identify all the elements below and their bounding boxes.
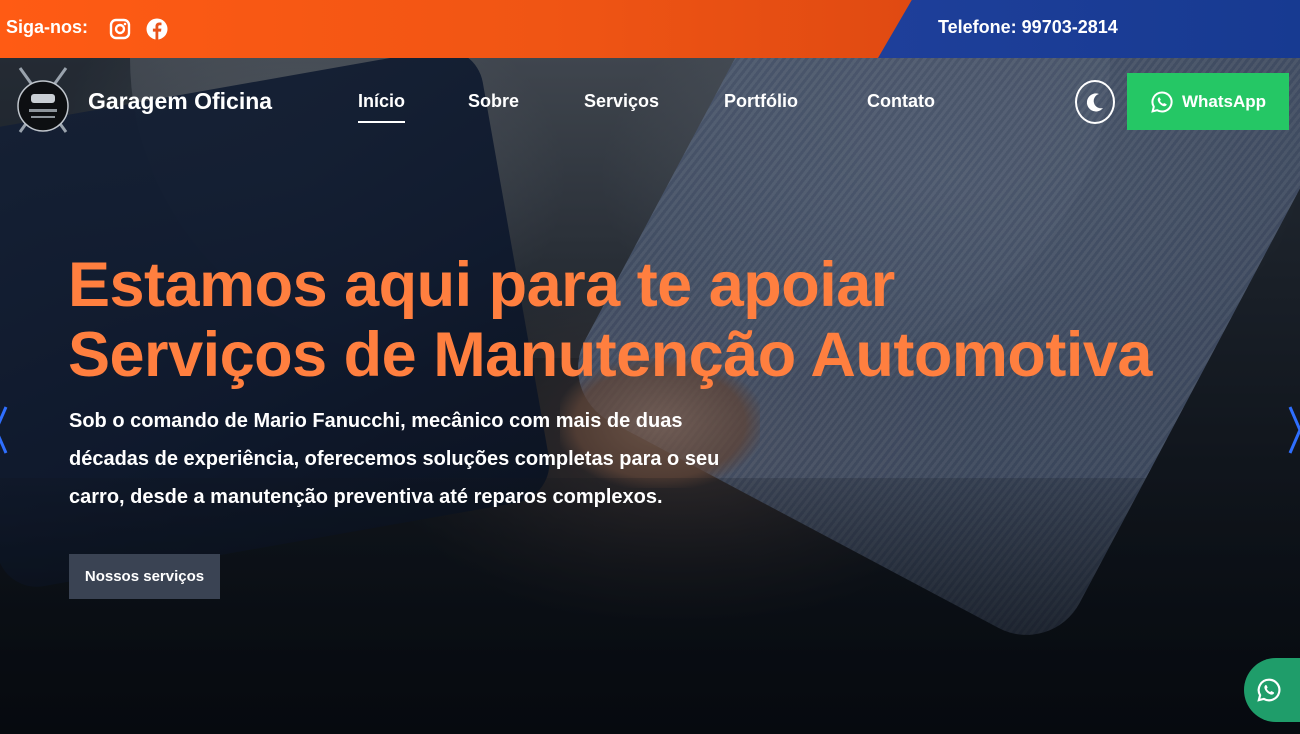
our-services-button[interactable]: Nossos serviços [69, 554, 220, 599]
hero-overlay [0, 58, 1300, 734]
headline-line-2: Serviços de Manutenção Automotiva [68, 320, 1152, 390]
nav-servicos[interactable]: Serviços [584, 91, 659, 112]
whatsapp-icon [1257, 678, 1281, 702]
moon-icon [1086, 93, 1103, 112]
hero-description: Sob o comando de Mario Fanucchi, mecânic… [69, 410, 720, 508]
floating-whatsapp-button[interactable] [1244, 658, 1300, 722]
whatsapp-label: WhatsApp [1181, 91, 1267, 111]
facebook-icon[interactable] [146, 18, 168, 40]
phone-number[interactable]: Telefone: 99703-2814 [938, 17, 1118, 38]
hero-headline: Estamos aqui para te apoiar Serviços de … [68, 250, 1152, 390]
nav-sobre[interactable]: Sobre [468, 91, 519, 112]
headline-line-1: Estamos aqui para te apoiar [68, 250, 895, 320]
instagram-icon[interactable] [109, 18, 131, 40]
nav-active-indicator [358, 121, 405, 123]
nav-inicio[interactable]: Início [358, 91, 405, 112]
follow-label: Siga-nos: [6, 17, 89, 37]
top-bar-orange [0, 0, 912, 58]
whatsapp-icon [1151, 90, 1173, 113]
whatsapp-button[interactable]: WhatsApp [1127, 73, 1289, 130]
hero-background [0, 58, 1300, 734]
theme-toggle-button[interactable] [1075, 80, 1115, 124]
logo[interactable] [12, 62, 74, 138]
nav-portfolio[interactable]: Portfólio [724, 91, 798, 112]
nav-contato[interactable]: Contato [867, 91, 935, 112]
carousel-next-icon[interactable] [1288, 405, 1300, 455]
brand-name[interactable]: Garagem Oficina [88, 88, 272, 115]
carousel-prev-icon[interactable] [0, 405, 8, 455]
